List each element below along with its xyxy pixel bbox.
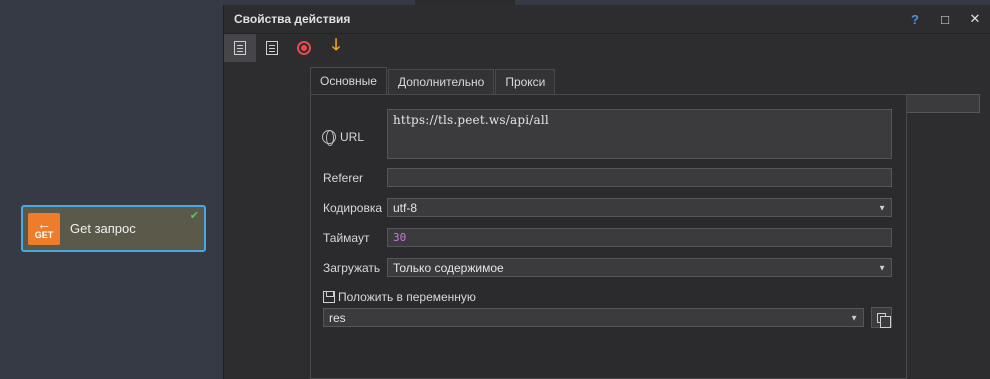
www-globe-icon bbox=[322, 130, 336, 146]
chevron-down-icon: ▼ bbox=[850, 313, 858, 322]
left-pane bbox=[224, 62, 310, 379]
move-down-button[interactable]: 🡓 bbox=[320, 34, 352, 62]
chevron-down-icon: ▼ bbox=[878, 203, 886, 212]
get-request-icon: ← GET bbox=[28, 212, 60, 245]
dialog-titlebar: Свойства действия ? □ ✕ bbox=[224, 5, 990, 33]
dialog-toolbar: 🡓 bbox=[224, 33, 990, 62]
tab-advanced[interactable]: Дополнительно bbox=[387, 69, 495, 94]
check-icon: ✔ bbox=[189, 210, 199, 222]
record-icon bbox=[297, 40, 311, 55]
tab-main[interactable]: Основные bbox=[310, 67, 387, 94]
referer-label: Referer bbox=[323, 171, 364, 185]
doc-settings-icon bbox=[234, 40, 246, 55]
main-tab-panel: URL https://tls.peet.ws/api/all Referer … bbox=[310, 94, 907, 379]
tab-bar: Основные Дополнительно Прокси bbox=[310, 67, 556, 94]
chevron-down-icon: ▼ bbox=[878, 263, 886, 272]
close-button[interactable]: ✕ bbox=[960, 11, 990, 27]
node-label: Get запрос bbox=[70, 221, 136, 236]
timeout-input[interactable]: 30 bbox=[387, 228, 892, 247]
variable-select[interactable]: res ▼ bbox=[323, 308, 864, 327]
save-icon bbox=[323, 291, 335, 303]
load-value: Только содержимое bbox=[393, 260, 504, 275]
variable-value: res bbox=[329, 310, 346, 325]
down-arrow-icon: 🡓 bbox=[331, 37, 341, 54]
timeout-label: Таймаут bbox=[323, 231, 370, 245]
copy-icon bbox=[877, 312, 891, 328]
load-label: Загружать bbox=[323, 261, 381, 275]
record-button[interactable] bbox=[288, 34, 320, 62]
maximize-button[interactable]: □ bbox=[930, 12, 960, 27]
encoding-label: Кодировка bbox=[323, 201, 383, 215]
help-button[interactable]: ? bbox=[900, 12, 930, 27]
dialog-title: Свойства действия bbox=[234, 12, 351, 26]
doc-edit-button[interactable] bbox=[256, 34, 288, 62]
save-to-variable-label: Положить в переменную bbox=[338, 290, 476, 304]
url-label: URL bbox=[340, 130, 365, 144]
get-request-node[interactable]: ← GET Get запрос ✔ bbox=[21, 205, 206, 252]
url-input[interactable]: https://tls.peet.ws/api/all bbox=[387, 109, 892, 159]
encoding-value: utf-8 bbox=[393, 200, 418, 215]
action-properties-dialog: Свойства действия ? □ ✕ 🡓 Основные Допол… bbox=[223, 5, 990, 379]
doc-edit-icon bbox=[266, 40, 278, 55]
referer-input[interactable] bbox=[387, 168, 892, 187]
copy-variable-button[interactable] bbox=[871, 307, 892, 328]
load-select[interactable]: Только содержимое ▼ bbox=[387, 258, 892, 277]
doc-settings-button[interactable] bbox=[224, 33, 256, 62]
timeout-value: 30 bbox=[393, 231, 407, 244]
url-label-row: URL bbox=[322, 130, 365, 146]
encoding-select[interactable]: utf-8 ▼ bbox=[387, 198, 892, 217]
save-to-variable-row: Положить в переменную bbox=[323, 290, 476, 304]
tab-proxy[interactable]: Прокси bbox=[495, 69, 556, 94]
